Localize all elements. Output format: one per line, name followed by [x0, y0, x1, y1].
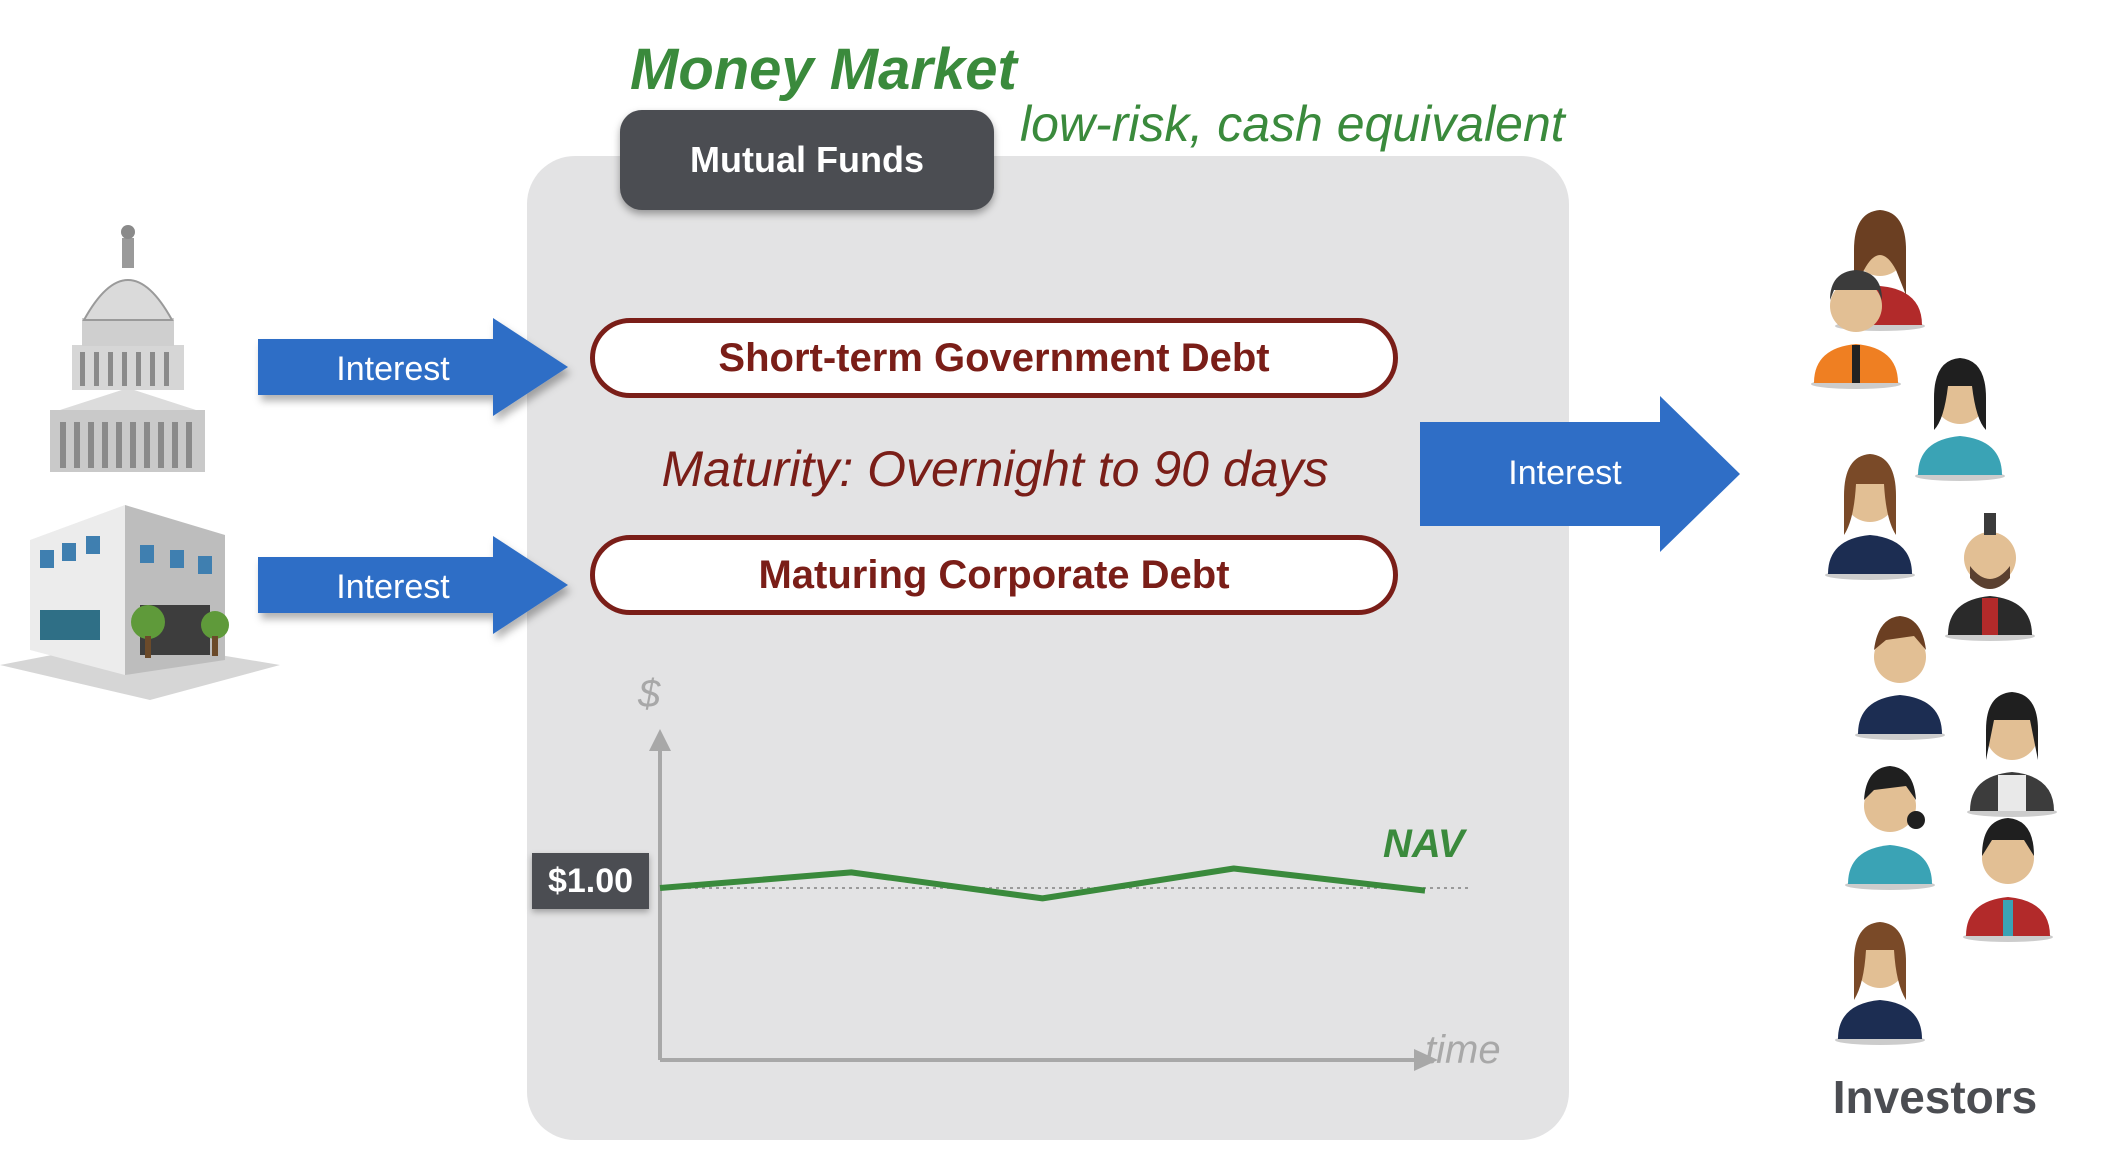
- nav-series-line: [659, 865, 1426, 902]
- investor-person-icon: [1967, 692, 2057, 817]
- chart-y-axis-arrowhead: [649, 729, 671, 751]
- office-building-icon: [0, 505, 280, 700]
- investor-interest-label: Interest: [1508, 454, 1622, 492]
- nav-series-label: NAV: [1383, 822, 1465, 866]
- investor-person-icon: [1845, 766, 1935, 890]
- investor-person-icon: [1963, 818, 2053, 942]
- investor-person-icon: [1835, 922, 1925, 1045]
- corporate-interest-label: Interest: [336, 568, 450, 606]
- government-interest-label: Interest: [336, 350, 450, 388]
- capitol-building-icon: [50, 225, 205, 472]
- chart-x-axis-label: time: [1425, 1028, 1501, 1072]
- investor-person-icon: [1825, 454, 1915, 580]
- investor-person-icon: [1945, 513, 2035, 641]
- nav-price-badge: $1.00: [532, 853, 649, 909]
- nav-chart: [649, 729, 1472, 1071]
- investors-label: Investors: [1832, 1071, 2038, 1123]
- investor-person-icon: [1915, 358, 2005, 481]
- investor-person-icon: [1855, 616, 1945, 740]
- chart-y-axis-label: $: [638, 672, 661, 716]
